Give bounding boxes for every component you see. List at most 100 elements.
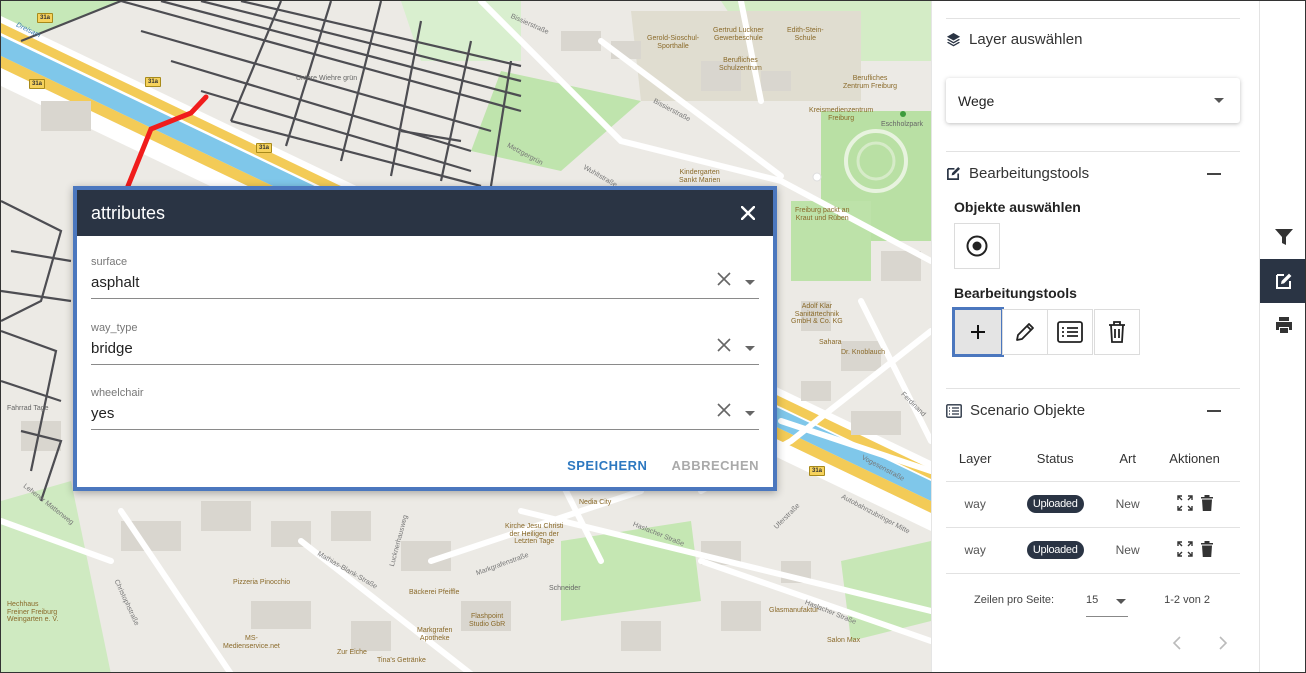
surface-field[interactable]: surface asphalt [91,256,759,304]
table-pagination: Zeilen pro Seite: 15 1-2 von 2 [946,589,1240,619]
divider [946,388,1240,389]
map-label: Flashpoint Studio GbR [469,613,506,628]
map-label: Gertrud Luckner Gewerbeschule [713,27,764,42]
attributes-dialog: attributes surface asphalt way_type brid… [73,186,777,491]
close-icon[interactable] [737,202,759,224]
editing-sidebar: Layer auswählen Wege Bearbeitungstools O… [931,1,1259,672]
layer-cell: way [946,527,1005,574]
road-shield: 31a [256,143,273,153]
chevron-down-icon[interactable] [745,346,755,351]
trash-icon [1109,321,1125,343]
column-header[interactable]: Art [1106,437,1150,482]
tools-heading: Bearbeitungstools [946,165,1089,182]
dialog-header: attributes [77,190,773,236]
field-value[interactable]: bridge [91,340,133,357]
cancel-button[interactable]: ABBRECHEN [671,458,759,473]
road-shield: 31a [29,79,46,89]
field-underline [91,298,759,299]
scenario-heading-text: Scenario Objekte [970,402,1086,419]
field-label: surface [91,256,128,268]
tools-heading-text: Bearbeitungstools [969,165,1090,182]
chevron-down-icon [1214,98,1224,103]
table-header-row: Layer Status Art Aktionen [946,437,1240,482]
map-label: Dr. Knoblauch [841,349,885,356]
layer-cell: way [946,481,1005,528]
rows-per-page-select[interactable]: 15 [1086,589,1128,617]
map-label: Sahara [819,339,842,346]
table-row[interactable]: way Uploaded New [946,527,1240,574]
field-value[interactable]: yes [91,405,114,422]
status-badge: Uploaded [1026,495,1084,513]
map-label: Markgrafen Apotheke [417,627,453,642]
wheelchair-field[interactable]: wheelchair yes [91,387,759,435]
column-header[interactable]: Layer [946,437,1005,482]
field-underline [91,429,759,430]
map-label: Freiburg packt an Kraut und Rüben [795,207,850,222]
dialog-actions: SPEICHERN ABBRECHEN [567,458,759,473]
field-value[interactable]: asphalt [91,274,139,291]
edit-icon [1276,273,1292,289]
map-label: Zur Eiche [337,649,367,656]
list-icon [1057,321,1083,343]
edit-feature-button[interactable] [1002,309,1048,355]
select-objects-label: Objekte auswählen [954,199,1081,215]
plus-icon [971,325,985,339]
map-label: Fahrrad Tage [7,405,49,412]
way-type-field[interactable]: way_type bridge [91,322,759,370]
chevron-down-icon [1116,599,1126,604]
map-label: Salon Max [827,637,861,644]
status-cell: Uploaded [1004,527,1107,574]
status-badge: Uploaded [1026,541,1084,559]
clear-icon[interactable] [717,336,731,356]
chevron-down-icon[interactable] [745,280,755,285]
scenario-table: Layer Status Art Aktionen way Uploaded N… [946,437,1240,574]
art-cell: New [1106,527,1150,574]
layers-icon [946,32,961,47]
filter-button[interactable] [1260,215,1305,259]
page-range: 1-2 von 2 [1164,594,1210,606]
collapse-icon[interactable] [1207,410,1221,412]
rows-per-page-label: Zeilen pro Seite: [974,594,1055,606]
status-cell: Uploaded [1004,481,1107,528]
prev-page-icon[interactable] [1172,634,1182,655]
layer-select[interactable]: Wege [946,78,1240,123]
table-row[interactable]: way Uploaded New [946,481,1240,528]
actions-cell [1149,481,1240,528]
print-icon [1276,317,1292,333]
map-label: Hechhaus Freiner Freiburg Weingarten e. … [7,601,59,624]
layer-select-value: Wege [958,93,995,109]
clear-icon[interactable] [717,270,731,290]
road-shield: 31a [809,466,826,476]
map-label: Gerold-Sioschul- Sporthalle [647,35,700,50]
map-label: Kindergarten Sankt Marien [679,169,721,184]
map-label: Tina's Getränke [377,657,426,664]
trash-icon[interactable] [1200,494,1214,512]
divider [946,18,1240,19]
delete-feature-button[interactable] [1094,309,1140,355]
collapse-icon[interactable] [1207,173,1221,175]
add-feature-button[interactable] [952,307,1004,357]
attributes-list-button[interactable] [1047,309,1093,355]
map-label: Kreismedienzentrum Freiburg [809,107,874,122]
layer-heading: Layer auswählen [946,31,1082,48]
map-label: Bäckerei Pfeiffle [409,589,460,596]
edit-mode-button[interactable] [1260,259,1305,303]
trash-icon[interactable] [1200,540,1214,558]
next-page-icon[interactable] [1218,634,1228,655]
column-header[interactable]: Status [1004,437,1107,482]
select-tool-button[interactable] [954,223,1000,269]
zoom-to-icon[interactable] [1176,494,1194,512]
save-button[interactable]: SPEICHERN [567,458,647,473]
zoom-to-icon[interactable] [1176,540,1194,558]
field-underline [91,364,759,365]
chevron-down-icon[interactable] [745,411,755,416]
map-label: Untere Wiehre grün [296,75,358,82]
print-button[interactable] [1260,303,1305,347]
list-icon [946,403,962,418]
clear-icon[interactable] [717,401,731,421]
layer-heading-text: Layer auswählen [969,31,1083,48]
column-header: Aktionen [1149,437,1240,482]
actions-cell [1149,527,1240,574]
filter-icon [1275,229,1293,245]
art-cell: New [1106,481,1150,528]
